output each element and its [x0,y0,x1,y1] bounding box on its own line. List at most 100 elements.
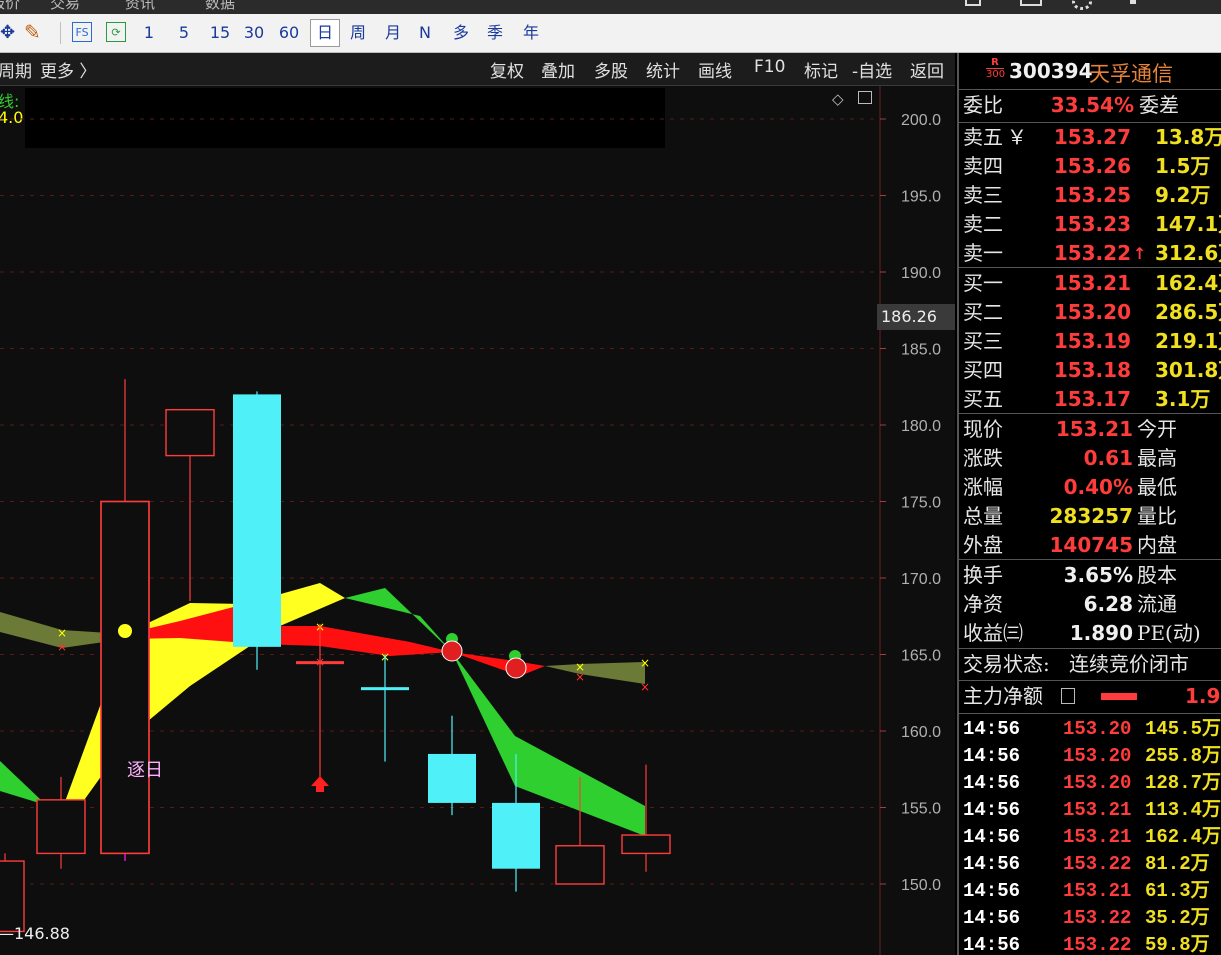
menu-item-period[interactable]: 周期 [0,57,32,82]
menu-item[interactable]: F10 [754,57,785,77]
tick-row: 14:56 153.22 59.8万 [959,932,1221,955]
sell-row[interactable]: 卖二 153.23 147.1万 [959,210,1221,239]
tick-price: 153.21 [1063,799,1132,821]
tick-time: 14:56 [963,853,1021,875]
buy-price: 153.20 [1053,300,1131,324]
menu-item[interactable]: 多股 [594,57,628,82]
close-icon[interactable] [1130,0,1136,4]
buy-row[interactable]: 买一 153.21 162.4万 [959,269,1221,298]
period-button[interactable]: 年 [518,20,544,46]
tick-row: 14:56 153.20 128.7万 [959,770,1221,797]
r-badge-top: R [991,57,999,68]
menu-item[interactable]: 复权 [490,57,524,82]
menu-item[interactable]: 叠加 [541,57,575,82]
chart-menubar: 周期 更多 〉 复权 叠加 多股 统计 画线 F10 标记 -自选 返回 [0,53,955,86]
sell-row[interactable]: 卖三 153.25 9.2万 [959,181,1221,210]
sell-price: 153.26 [1053,154,1131,178]
olive-band-right [545,662,645,684]
buy-price: 153.17 [1053,387,1131,411]
tick-price: 153.20 [1063,772,1132,794]
buy-row[interactable]: 买三 153.19 219.1万 [959,327,1221,356]
menu-item-back[interactable]: 返回 [910,57,944,82]
period-button[interactable]: N [414,20,436,46]
period-button-day[interactable]: 日 [310,19,340,47]
tick-vol: 35.2万 [1145,907,1210,929]
top-menu-item[interactable]: 资讯 [125,0,155,13]
period-button[interactable]: 多 [448,20,474,46]
period-button[interactable]: 15 [206,20,234,46]
period-button[interactable]: 5 [174,20,194,46]
top-menu-item[interactable]: 报价 [0,0,20,13]
weibi-row: 委比 33.54% 委差 [959,91,1221,120]
period-button[interactable]: 周 [345,20,371,46]
cross-marker: × [640,656,650,670]
stat-row: 外盘 140745 内盘 [959,531,1221,560]
stat-label: 换手 [963,563,1003,587]
refresh-icon[interactable]: ⟳ [106,22,126,42]
trade-status-value: 连续竞价闭市 [1069,652,1189,676]
buy-label: 买二 [963,300,1003,324]
stat-row: 净资 6.28 流通 [959,590,1221,619]
menu-item[interactable]: 统计 [646,57,680,82]
price-axis-label: 190.0 [901,265,941,282]
stat-value: 0.61 [1083,446,1133,470]
up-arrow-icon [311,776,329,792]
buy-label: 买一 [963,271,1003,295]
stat-label: 涨跌 [963,446,1003,470]
buy-row[interactable]: 买五 153.17 3.1万 [959,385,1221,414]
weicha-label: 委差 [1139,93,1179,117]
move-icon[interactable]: ✥ [0,22,15,43]
main-net-row: 主力净额 1.91 [959,682,1221,711]
sell-row[interactable]: 卖一 153.22↑ 312.6万 [959,239,1221,268]
sell-row[interactable]: 卖四 153.26 1.5万 [959,152,1221,181]
stat-row: 涨幅 0.40% 最低 [959,473,1221,502]
window-icon[interactable] [1020,0,1042,6]
price-axis-label: 150.0 [901,877,941,894]
trade-status-row: 交易状态: 连续竞价闭市 [959,650,1221,679]
period-button[interactable]: 60 [275,20,303,46]
menu-item[interactable]: 标记 [804,57,838,82]
period-button[interactable]: 30 [240,20,268,46]
period-button[interactable]: 月 [380,20,406,46]
period-button[interactable]: 1 [140,20,158,46]
tick-time: 14:56 [963,934,1021,955]
top-menu-item[interactable]: 交易 [50,0,80,13]
kline-chart[interactable]: 线: 4.0 ◇ 200.0 195.0 190.0 185.0 180.0 175.0 1… [0,86,955,955]
sell-label: 卖二 [963,212,1003,236]
sell-vol: 9.2万 [1155,183,1211,207]
yen-icon: ￥ [1007,125,1027,149]
tick-vol: 128.7万 [1145,772,1221,794]
list-icon[interactable] [1061,688,1075,704]
current-price-box: 186.26 [877,304,955,330]
top-menu-item[interactable]: 数据 [205,0,235,13]
r-badge: R 300 [986,57,1005,80]
buy-row[interactable]: 买四 153.18 301.8万 [959,356,1221,385]
sell-price: 153.22 [1053,241,1131,265]
pencil-icon[interactable]: ✎ [24,20,41,44]
menu-item[interactable]: 画线 [698,57,732,82]
buy-price: 153.21 [1053,271,1131,295]
net-bar [1101,693,1137,700]
current-price-label: 186.26 [881,307,937,326]
tick-time: 14:56 [963,880,1021,902]
period-button[interactable]: 季 [482,20,508,46]
sell-label: 卖一 [963,241,1003,265]
tick-row: 14:56 153.21 162.4万 [959,824,1221,851]
tick-time: 14:56 [963,907,1021,929]
fs-icon[interactable]: FS [72,22,92,42]
buy-row[interactable]: 买二 153.20 286.5万 [959,298,1221,327]
gear-icon[interactable] [1072,0,1092,10]
tick-price: 153.22 [1063,907,1132,929]
stat-row: 现价 153.21 今开 [959,415,1221,444]
sell-vol: 312.6万 [1155,241,1221,265]
menu-item[interactable]: -自选 [852,57,892,82]
window-icon[interactable] [965,0,981,6]
price-axis-label: 170.0 [901,571,941,588]
candle-body [0,860,25,933]
menu-item-more[interactable]: 更多 〉 [40,57,96,82]
stat-label: 收益㈢ [963,621,1023,645]
stat-value: 0.40% [1063,475,1133,499]
tick-vol: 113.4万 [1145,799,1221,821]
stock-code: 300394 [1009,59,1093,83]
sell-row[interactable]: 卖五 ￥ 153.27 13.8万 [959,123,1221,152]
